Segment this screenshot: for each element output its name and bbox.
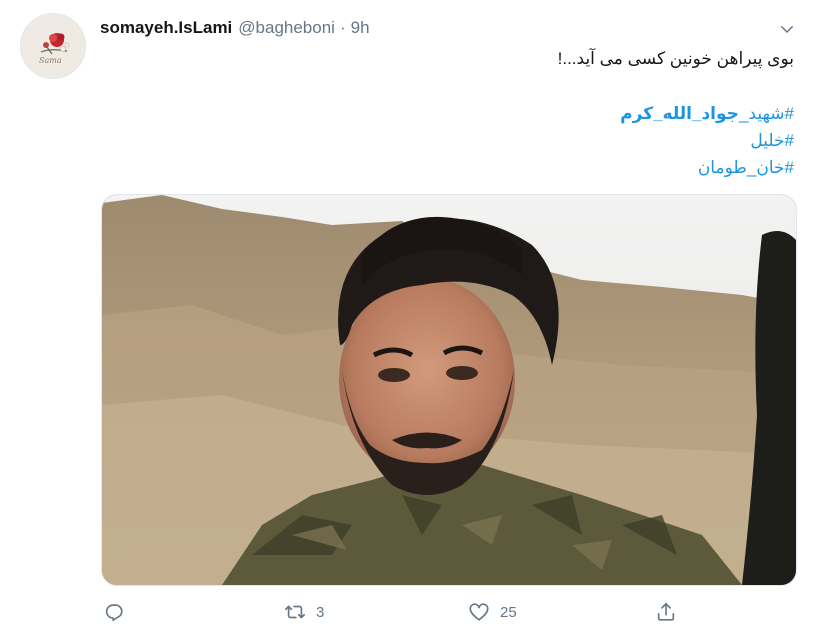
tweet-photo[interactable] — [101, 194, 797, 586]
hashtag-symbol: # — [784, 158, 794, 177]
chevron-down-icon — [781, 26, 793, 33]
hashtag-text: شهید_ — [738, 104, 785, 123]
user-handle[interactable]: @bagheboni — [238, 18, 335, 38]
hashtag-symbol: # — [784, 104, 794, 123]
retweet-icon — [285, 605, 305, 619]
timestamp[interactable]: 9h — [351, 18, 370, 38]
tweet-text: بوی پیراهن خونین کسی می آید...! — [557, 49, 794, 68]
like-button[interactable]: 25 — [468, 598, 517, 626]
tweet-menu-button[interactable] — [776, 18, 798, 40]
tweet-header: somayeh.IsLami @bagheboni · 9h — [100, 18, 370, 40]
avatar[interactable]: Sama — [20, 13, 86, 79]
avatar-caption: Sama — [39, 56, 62, 65]
reply-button[interactable] — [104, 598, 136, 626]
photo-image — [102, 195, 796, 585]
hashtag-symbol: # — [784, 131, 794, 150]
hashtag-shahid[interactable]: #شهید_جواد_الله_کرم — [104, 100, 794, 127]
hashtag-text-bold: جواد_الله_کرم — [620, 104, 739, 123]
reply-icon — [105, 604, 123, 622]
hashtag-list: #شهید_جواد_الله_کرم #خلیل #خان_طومان — [104, 100, 794, 181]
retweet-count: 3 — [316, 603, 325, 621]
hashtag-text: خان_طومان — [697, 158, 785, 177]
display-name[interactable]: somayeh.IsLami — [100, 18, 232, 38]
like-count: 25 — [500, 603, 517, 621]
hashtag-text: خلیل — [750, 131, 785, 150]
heart-icon — [469, 603, 489, 621]
share-button[interactable] — [655, 598, 677, 626]
avatar-image: Sama — [21, 14, 85, 78]
hashtag-khalil[interactable]: #خلیل — [104, 127, 794, 154]
separator-dot: · — [339, 18, 346, 37]
share-icon — [657, 602, 675, 621]
tweet-card: Sama somayeh.IsLami @bagheboni · 9h بوی … — [0, 0, 816, 638]
tweet-actions: 3 25 — [100, 598, 700, 626]
hashtag-khan-tuman[interactable]: #خان_طومان — [104, 154, 794, 181]
retweet-button[interactable]: 3 — [284, 598, 324, 626]
